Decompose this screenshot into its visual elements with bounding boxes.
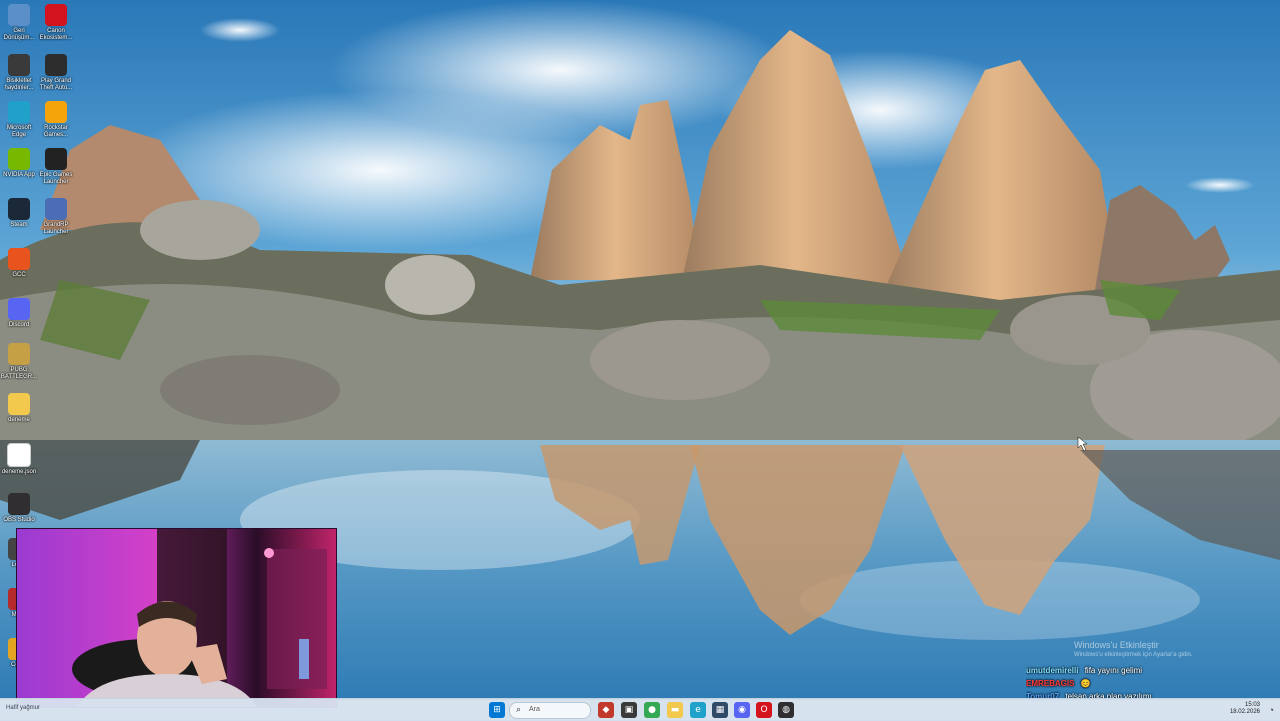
- app-icon: [8, 54, 30, 76]
- desktop-icon[interactable]: deneme.json: [0, 443, 38, 476]
- activation-title: Windows'u Etkinleştir: [1074, 640, 1159, 650]
- nvidia-icon: [8, 148, 30, 170]
- canon-icon: [45, 4, 67, 26]
- folder-icon: [8, 393, 30, 415]
- taskbar-search-box[interactable]: ⌕ Ara: [509, 702, 591, 719]
- system-clock[interactable]: 15:03 18.02.2026: [1230, 702, 1260, 716]
- weather-status[interactable]: Hafif yağmur: [6, 705, 40, 711]
- desktop-icon[interactable]: deneme: [0, 393, 38, 424]
- epic-games-icon: [45, 148, 67, 170]
- clock-time: 15:03: [1244, 702, 1260, 708]
- file-icon: [7, 443, 31, 467]
- desktop-icon-label: Steam: [10, 222, 28, 228]
- desktop-icon[interactable]: Play Grand Theft Auto...: [37, 54, 75, 92]
- store-icon[interactable]: ▦: [712, 702, 728, 718]
- desktop-icon[interactable]: Epic Games Launcher: [37, 148, 75, 186]
- discord-icon[interactable]: ◉: [734, 702, 750, 718]
- desktop-icon-label: Bisikletlet haydinler...: [4, 78, 34, 91]
- desktop-icon[interactable]: Rockstar Games...: [37, 101, 75, 139]
- rockstar-icon: [45, 101, 67, 123]
- desktop-icon-label: PUBG BATTLEGR...: [0, 367, 38, 380]
- opera-icon[interactable]: O: [756, 702, 772, 718]
- desktop-icon[interactable]: Canon Ekosistem...: [37, 4, 75, 42]
- webcam-overlay: [16, 528, 337, 708]
- desktop-icon-label: Discord: [8, 322, 30, 328]
- desktop-icon-label: Epic Games Launcher: [39, 172, 73, 185]
- clock-date: 18.02.2026: [1229, 709, 1260, 715]
- recycle-bin-icon: [8, 4, 30, 26]
- desktop-icon-label: Geri Dönüşüm...: [3, 28, 35, 41]
- gcc-icon: [8, 248, 30, 270]
- desktop-icon-label: OBS Studio: [3, 517, 35, 523]
- desktop-icon-label: Rockstar Games...: [43, 125, 69, 138]
- desktop-icon[interactable]: Microsoft Edge: [0, 101, 38, 139]
- desktop-icon-label: deneme.json: [1, 469, 37, 475]
- task-view-icon[interactable]: ▣: [621, 702, 637, 718]
- notification-icon[interactable]: ◔: [1269, 705, 1274, 715]
- chat-username: umutdemirelli: [1026, 666, 1079, 675]
- steam-icon: [8, 198, 30, 220]
- gta-icon: [45, 54, 67, 76]
- obs-icon[interactable]: ◍: [778, 702, 794, 718]
- game-icon[interactable]: ◆: [598, 702, 614, 718]
- edge-icon[interactable]: e: [690, 702, 706, 718]
- desktop-icon[interactable]: PUBG BATTLEGR...: [0, 343, 38, 381]
- desktop-icon-label: Play Grand Theft Auto...: [39, 78, 73, 91]
- chat-username: EMREBAGIS: [1026, 679, 1075, 688]
- desktop-icon[interactable]: Geri Dönüşüm...: [0, 4, 38, 42]
- discord-icon: [8, 298, 30, 320]
- file-explorer-icon[interactable]: ▬: [667, 702, 683, 718]
- chat-message: EMREBAGIS 😊: [1026, 677, 1216, 690]
- edge-icon: [8, 101, 30, 123]
- webcam-feed-image: [17, 529, 336, 707]
- desktop-icon[interactable]: NVIDIA App: [0, 148, 38, 179]
- desktop-icon[interactable]: OBS Studio: [0, 493, 38, 524]
- desktop-icon-label: deneme: [8, 417, 30, 423]
- desktop-icon[interactable]: Discord: [0, 298, 38, 329]
- obs-icon: [8, 493, 30, 515]
- desktop-icon[interactable]: GCC: [0, 248, 38, 279]
- desktop-icon-label: Microsoft Edge: [6, 125, 32, 138]
- search-icon: ⌕: [516, 704, 522, 714]
- activation-watermark: Windows'u Etkinleştir Windows'u etkinleş…: [1074, 640, 1264, 658]
- desktop-icon-label: GrandRP Launcher: [43, 222, 69, 235]
- taskbar: Hafif yağmur ⊞ ◆ ▣ ● ▬ e ▦ ◉ O ◍ ⌕ Ara 15:03 18.0…: [0, 698, 1280, 721]
- grandrp-icon: [45, 198, 67, 220]
- chat-text: 😊: [1080, 679, 1091, 688]
- desktop-icon-label: NVIDIA App: [3, 172, 35, 178]
- desktop-icon[interactable]: Steam: [0, 198, 38, 229]
- desktop-icon[interactable]: Bisikletlet haydinler...: [0, 54, 38, 92]
- pubg-icon: [8, 343, 30, 365]
- desktop-icon[interactable]: GrandRP Launcher: [37, 198, 75, 236]
- activation-subtitle: Windows'u etkinleştirmek için Ayarlar'a …: [1074, 652, 1193, 658]
- desktop-icon-label: Canon Ekosistem...: [39, 28, 73, 41]
- search-placeholder: Ara: [529, 706, 540, 713]
- chrome-icon[interactable]: ●: [644, 702, 660, 718]
- chat-message: umutdemirelli fifa yayını gelimi: [1026, 664, 1216, 677]
- chat-text: fifa yayını gelimi: [1084, 666, 1143, 675]
- desktop-icon-label: GCC: [12, 272, 26, 278]
- start-icon[interactable]: ⊞: [489, 702, 505, 718]
